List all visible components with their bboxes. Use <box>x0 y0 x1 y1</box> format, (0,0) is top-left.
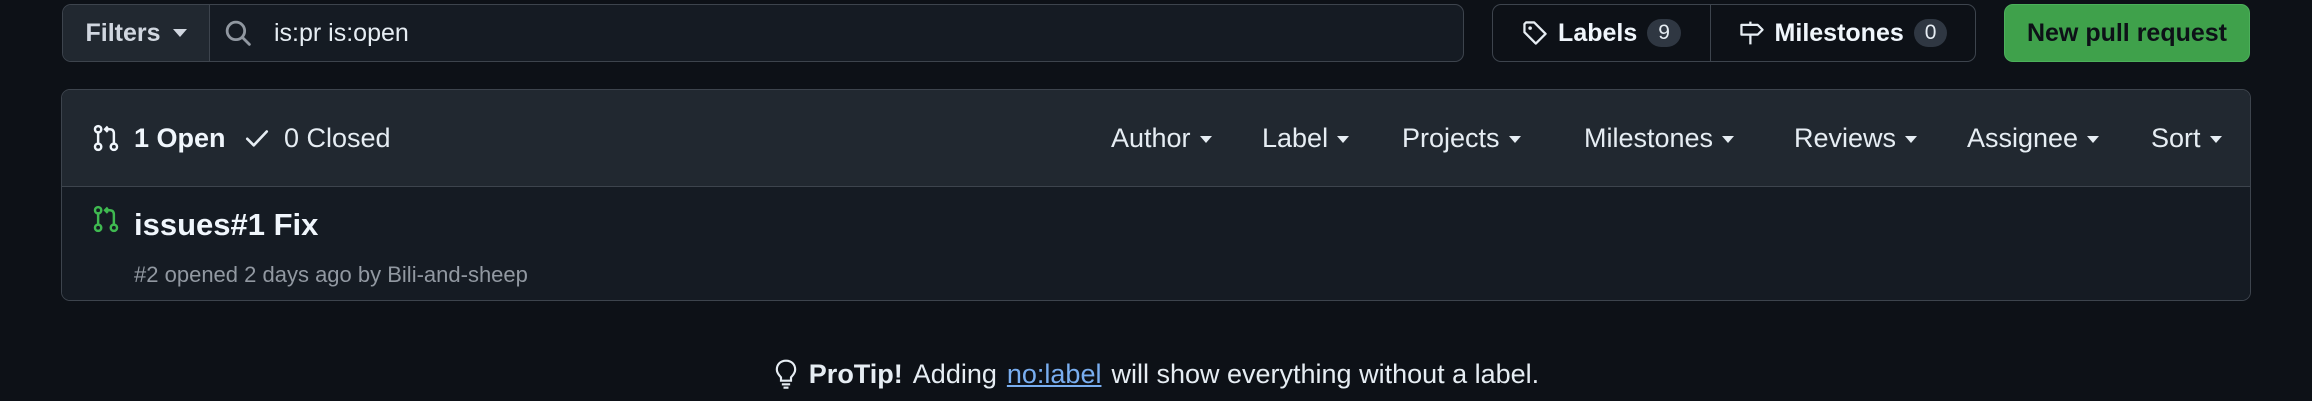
protip-no-label-link[interactable]: no:label <box>1007 359 1102 390</box>
labels-count: 9 <box>1647 19 1681 47</box>
pull-request-icon <box>93 124 119 152</box>
caret-down-icon <box>1905 136 1918 143</box>
open-filter-tab[interactable]: 1 Open <box>92 90 226 186</box>
projects-label: Projects <box>1402 122 1500 153</box>
lightbulb-icon <box>775 359 797 389</box>
closed-filter-tab[interactable]: 0 Closed <box>244 90 391 186</box>
protip-suffix: will show everything without a label. <box>1111 358 1540 389</box>
pull-request-opened-text: opened 2 days ago by <box>164 262 382 287</box>
protip-label: ProTip! <box>808 358 903 389</box>
assignee-label: Assignee <box>1967 122 2079 153</box>
caret-down-icon <box>2209 136 2222 143</box>
assignee-dropdown[interactable]: Assignee <box>1967 90 2100 186</box>
pull-request-list: 1 Open 0 Closed Author Label Projects Mi… <box>61 89 2251 301</box>
new-pull-request-button[interactable]: New pull request <box>2004 4 2250 62</box>
projects-dropdown[interactable]: Projects <box>1402 90 1521 186</box>
tag-icon <box>1523 21 1547 45</box>
pull-request-author-link[interactable]: Bili-and-sheep <box>387 262 528 287</box>
pull-request-icon <box>93 205 119 233</box>
reviews-label: Reviews <box>1794 122 1897 153</box>
label-label: Label <box>1262 122 1329 153</box>
protip-prefix: Adding <box>912 358 997 389</box>
search-icon <box>225 20 251 46</box>
new-pull-request-label: New pull request <box>2026 18 2228 47</box>
open-count-label: 1 Open <box>134 122 226 153</box>
labels-milestones-group: Labels 9 Milestones 0 <box>1492 4 1976 62</box>
milestones-filter-label: Milestones <box>1584 122 1714 153</box>
closed-count-label: 0 Closed <box>284 122 391 153</box>
caret-down-icon <box>1508 136 1521 143</box>
search-input[interactable] <box>272 17 1426 49</box>
milestones-button[interactable]: Milestones 0 <box>1711 5 1975 61</box>
sort-label: Sort <box>2151 122 2201 153</box>
pull-request-title-link[interactable]: issues#1 Fix <box>134 207 318 243</box>
pull-request-meta: #2 opened 2 days ago by Bili-and-sheep <box>134 262 528 288</box>
milestones-dropdown[interactable]: Milestones <box>1584 90 1735 186</box>
caret-down-icon <box>1722 136 1735 143</box>
check-icon <box>245 130 269 147</box>
labels-button[interactable]: Labels 9 <box>1493 5 1711 61</box>
caret-down-icon <box>2087 136 2100 143</box>
reviews-dropdown[interactable]: Reviews <box>1794 90 1918 186</box>
caret-down-icon <box>1199 136 1212 143</box>
pull-request-number: #2 <box>134 262 159 287</box>
author-dropdown[interactable]: Author <box>1111 90 1212 186</box>
milestones-label: Milestones <box>1774 18 1904 47</box>
caret-down-icon <box>1337 136 1350 143</box>
author-label: Author <box>1111 122 1191 153</box>
filter-bar: Filters <box>62 4 1464 62</box>
protip: ProTip! Adding no:label will show everyt… <box>0 354 2312 394</box>
caret-down-icon <box>172 29 187 37</box>
filters-button[interactable]: Filters <box>63 5 210 61</box>
list-header: 1 Open 0 Closed Author Label Projects Mi… <box>62 90 2250 187</box>
list-item: issues#1 Fix #2 opened 2 days ago by Bil… <box>62 187 2250 300</box>
label-dropdown[interactable]: Label <box>1262 90 1350 186</box>
sort-dropdown[interactable]: Sort <box>2151 90 2222 186</box>
milestone-icon <box>1739 21 1764 45</box>
milestones-count: 0 <box>1913 19 1948 47</box>
filters-label: Filters <box>85 18 161 47</box>
labels-label: Labels <box>1558 18 1638 47</box>
search-area <box>210 5 1463 61</box>
